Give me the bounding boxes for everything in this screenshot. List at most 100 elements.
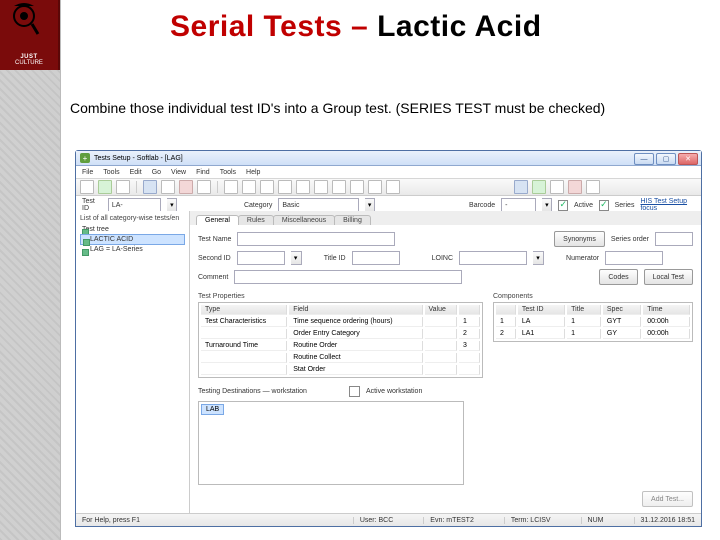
toolbar-icon[interactable] — [386, 180, 400, 194]
table-row: Test CharacteristicsTime sequence orderi… — [201, 317, 480, 327]
menu-tools2[interactable]: Tools — [220, 169, 236, 176]
tree-item[interactable]: LAG = LA-Series — [80, 245, 185, 254]
testid-label: Test ID — [82, 198, 102, 212]
toolbar-icon[interactable] — [143, 180, 157, 194]
category-label: Category — [244, 202, 272, 209]
synonyms-button[interactable]: Synonyms — [554, 231, 605, 247]
codes-button[interactable]: Codes — [599, 269, 637, 285]
toolbar-icon[interactable] — [197, 180, 211, 194]
general-panel: Test Name Synonyms Series order Second I… — [190, 225, 701, 514]
toolbar-icon[interactable] — [116, 180, 130, 194]
toolbar-icon[interactable] — [314, 180, 328, 194]
test-tree-panel: List of all category-wise tests/en Test … — [76, 211, 190, 514]
comment-field[interactable] — [234, 270, 462, 284]
toolbar-icon[interactable] — [568, 180, 582, 194]
series-order-field[interactable] — [655, 232, 693, 246]
active-checkbox[interactable] — [558, 200, 568, 211]
tab-rules[interactable]: Rules — [238, 215, 274, 225]
toolbar-icon[interactable] — [278, 180, 292, 194]
active-label: Active — [574, 202, 593, 209]
props-caption: Test Properties — [198, 293, 483, 300]
testid-dropdown[interactable]: ▾ — [167, 198, 177, 212]
barcode-label: Barcode — [469, 202, 495, 209]
numerator-label: Numerator — [566, 255, 599, 262]
active-ws-label: Active workstation — [366, 388, 422, 395]
table-row: 1LA1GYT00:00h — [496, 317, 690, 327]
brand-logo: JUST CULTURE — [0, 0, 60, 70]
menubar: File Tools Edit Go View Find Tools Help — [76, 166, 701, 179]
slide-sidebar-texture — [0, 0, 61, 540]
barcode-field[interactable]: - — [501, 198, 536, 212]
toolbar-icon[interactable] — [224, 180, 238, 194]
status-env: Evn: mTEST2 — [423, 517, 474, 524]
menu-file[interactable]: File — [82, 169, 93, 176]
testid-field[interactable]: LA- — [108, 198, 161, 212]
testing-caption: Testing Destinations — workstation — [198, 388, 307, 395]
barcode-dropdown[interactable]: ▾ — [542, 198, 552, 212]
table-row: 2LA11GY00:00h — [496, 329, 690, 339]
menu-go[interactable]: Go — [152, 169, 161, 176]
toolbar-icon[interactable] — [260, 180, 274, 194]
loinc-field[interactable] — [459, 251, 527, 265]
comment-label: Comment — [198, 274, 228, 281]
status-num: NUM — [581, 517, 604, 524]
toolbar-icon[interactable] — [98, 180, 112, 194]
toolbar-icon[interactable] — [368, 180, 382, 194]
titleid-field[interactable] — [352, 251, 400, 265]
workstation-listbox[interactable]: LAB — [198, 401, 464, 485]
secondid-label: Second ID — [198, 255, 231, 262]
series-label: Series — [615, 202, 635, 209]
menu-find[interactable]: Find — [196, 169, 210, 176]
props-table[interactable]: TypeFieldValue Test CharacteristicsTime … — [198, 302, 483, 378]
secondid-dropdown[interactable]: ▾ — [291, 251, 302, 265]
series-checkbox[interactable] — [599, 200, 609, 211]
tab-billing[interactable]: Billing — [334, 215, 371, 225]
components-table[interactable]: Test IDTitleSpecTime 1LA1GYT00:00h 2LA11… — [493, 302, 693, 342]
tree-item-selected[interactable]: LACTIC ACID — [80, 234, 185, 245]
toolbar-icon[interactable] — [586, 180, 600, 194]
toolbar-icon[interactable] — [514, 180, 528, 194]
logo-text-2: CULTURE — [15, 60, 43, 66]
menu-tools[interactable]: Tools — [103, 169, 119, 176]
tabstrip: General Rules Miscellaneous Billing — [190, 211, 701, 226]
menu-help[interactable]: Help — [246, 169, 260, 176]
active-ws-checkbox[interactable] — [349, 386, 360, 397]
menu-view[interactable]: View — [171, 169, 186, 176]
toolbar-icon[interactable] — [532, 180, 546, 194]
toolbar-icon[interactable] — [332, 180, 346, 194]
tree-root[interactable]: Test tree — [80, 225, 185, 234]
add-test-button[interactable]: Add Test... — [642, 491, 693, 507]
table-row: Routine Collect — [201, 353, 480, 363]
category-dropdown[interactable]: ▾ — [365, 198, 375, 212]
slide-title: Serial Tests – Lactic Acid — [170, 10, 542, 44]
loinc-dropdown[interactable]: ▾ — [533, 251, 544, 265]
titleid-label: Title ID — [324, 255, 346, 262]
toolbar-icon[interactable] — [80, 180, 94, 194]
tab-misc[interactable]: Miscellaneous — [273, 215, 335, 225]
toolbar-icon[interactable] — [550, 180, 564, 194]
category-field[interactable]: Basic — [278, 198, 359, 212]
his-setup-link[interactable]: HIS Test Setup focus — [640, 198, 695, 212]
window-maximize-button[interactable]: ▢ — [656, 153, 676, 165]
toolbar-icon[interactable] — [179, 180, 193, 194]
status-time: 31.12.2016 18:51 — [634, 517, 696, 524]
menu-edit[interactable]: Edit — [130, 169, 142, 176]
testname-field[interactable] — [237, 232, 395, 246]
toolbar-icon[interactable] — [350, 180, 364, 194]
toolbar-icon[interactable] — [242, 180, 256, 194]
window-close-button[interactable]: ✕ — [678, 153, 698, 165]
tree-header: List of all category-wise tests/en — [80, 215, 185, 222]
tab-general[interactable]: General — [196, 215, 239, 225]
series-order-label: Series order — [611, 236, 649, 243]
list-item[interactable]: LAB — [201, 404, 224, 415]
toolbar-icon[interactable] — [161, 180, 175, 194]
secondid-field[interactable] — [237, 251, 285, 265]
status-help: For Help, press F1 — [82, 517, 140, 524]
localtest-button[interactable]: Local Test — [644, 269, 693, 285]
window-minimize-button[interactable]: — — [634, 153, 654, 165]
toolbar-icon[interactable] — [296, 180, 310, 194]
window-titlebar[interactable]: + Tests Setup - Softlab - [LAG] — ▢ ✕ — [76, 151, 701, 166]
numerator-field[interactable] — [605, 251, 663, 265]
status-term: Term: LCISV — [504, 517, 551, 524]
loinc-label: LOINC — [432, 255, 453, 262]
